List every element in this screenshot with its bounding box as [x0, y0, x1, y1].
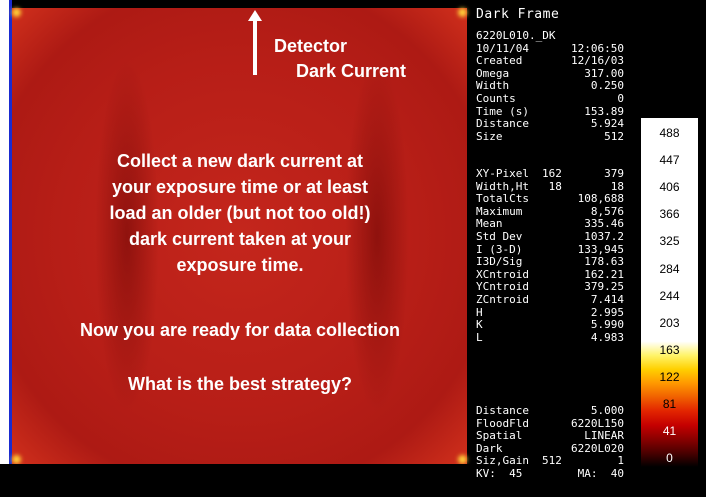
info-row: Distance 5.924 [476, 118, 624, 131]
info-value: 12/16/03 [571, 54, 624, 68]
info-value: 178.63 [584, 255, 624, 269]
paragraph-line: load an older (but not too old!) [109, 203, 371, 223]
info-key: I3D/Sig [476, 255, 523, 269]
dark-current-label: Dark Current [296, 61, 407, 81]
detector-corner-hotspot [458, 8, 467, 17]
info-key: Distance [476, 404, 529, 417]
info-row: Counts 0 [476, 91, 624, 106]
info-value: 379 [604, 167, 624, 180]
info-value: 512 [604, 129, 624, 143]
info-row: K 5.990 [476, 319, 624, 332]
ready-text: Now you are ready for data collection [79, 320, 401, 340]
info-value: 0 [617, 91, 624, 105]
info-row: Spatial LINEAR [476, 430, 624, 443]
info-row: Distance 5.000 [476, 404, 624, 418]
detector-corner-hotspot [12, 8, 21, 17]
info-value: 4.983 [590, 330, 624, 344]
paragraph-line: dark current taken at your [128, 229, 352, 249]
info-key: KV: 45 [476, 466, 523, 480]
info-row: Std Dev 1037.2 [476, 229, 624, 244]
colorbar-tick-label: 0 [666, 451, 673, 466]
info-row: Created 12/16/03 [476, 55, 624, 68]
info-key: L [476, 330, 483, 344]
info-key: Spatial [476, 429, 523, 443]
info-key: TotalCts [476, 192, 529, 206]
panel-title: Dark Frame [476, 7, 560, 22]
colorbar-tick-label: 203 [659, 315, 680, 330]
paragraph-line: your exposure time or at least [111, 177, 369, 197]
colorbar-tick-label: 244 [659, 288, 680, 303]
colorbar-tick-label: 366 [659, 207, 680, 222]
info-row: L 4.983 [476, 330, 624, 345]
detector-label: Detector [274, 36, 348, 56]
header-info: 6220L010._DK 10/11/04 12:06:50 Created 12/16… [476, 29, 624, 144]
info-mid-value: 162 [542, 167, 562, 180]
info-row: ZCntroid 7.414 [476, 292, 624, 307]
info-value: 108,688 [577, 192, 624, 206]
up-arrow-shaft [253, 18, 257, 75]
info-row: TotalCts 108,688 [476, 193, 624, 206]
info-value: 5.924 [590, 117, 624, 131]
paragraph-line: Collect a new dark current at [116, 151, 364, 171]
info-key: Std Dev [476, 229, 523, 243]
bottom-bar [0, 464, 470, 497]
info-row: Size 512 [476, 129, 624, 144]
info-key: K [476, 318, 483, 332]
info-row: XY-Pixel 162 379 [476, 167, 624, 181]
info-mid-value: 512 [542, 454, 562, 468]
colorbar-tick-label: 122 [659, 369, 680, 384]
colorbar-tick-label: 81 [662, 397, 677, 411]
info-value: LINEAR [584, 429, 624, 443]
info-row: KV: 45 MA: 40 [476, 466, 624, 481]
detector-corner-hotspot [458, 455, 467, 464]
info-key: Distance [476, 117, 529, 131]
question-text: What is the best strategy? [127, 374, 353, 394]
detector-corner-hotspot [12, 455, 21, 464]
info-key: Size [476, 129, 503, 143]
info-key: Counts [476, 91, 516, 105]
info-key: 6220L010._DK [476, 29, 556, 42]
info-value: 1037.2 [584, 229, 624, 243]
info-row: 6220L010._DK [476, 29, 624, 43]
colorbar-tick-label: 406 [659, 180, 680, 195]
info-value: MA: 40 [577, 466, 624, 480]
left-edge-strip [0, 0, 12, 497]
info-key: Created [476, 54, 523, 68]
info-value: 7.414 [590, 292, 624, 306]
colorbar-tick-label: 447 [659, 153, 680, 168]
colorbar-tick-label: 488 [659, 126, 680, 140]
footer-info: Distance 5.000 FloodFld 6220L150 Spatial LINE… [476, 404, 624, 481]
info-key: XY-Pixel [476, 167, 529, 180]
info-mid-value: 18 [542, 179, 562, 193]
stats-info: XY-Pixel 162 379 Width,Ht 18 18 TotalCts 108,6… [476, 167, 624, 345]
info-value: 5.990 [590, 318, 624, 332]
slide-paragraph: Collect a new dark current at your expos… [60, 148, 420, 278]
colorbar-tick-label: 41 [662, 424, 677, 439]
info-key: ZCntroid [476, 292, 529, 306]
paragraph-line: exposure time. [176, 255, 304, 275]
colorbar-tick-label: 284 [659, 261, 680, 276]
colorbar-tick-label: 325 [659, 234, 680, 249]
info-value: 6220L020 [571, 441, 624, 455]
colorbar-tick-label: 163 [659, 342, 680, 357]
info-row: I3D/Sig 178.63 [476, 256, 624, 269]
info-value: 5.000 [590, 404, 624, 417]
